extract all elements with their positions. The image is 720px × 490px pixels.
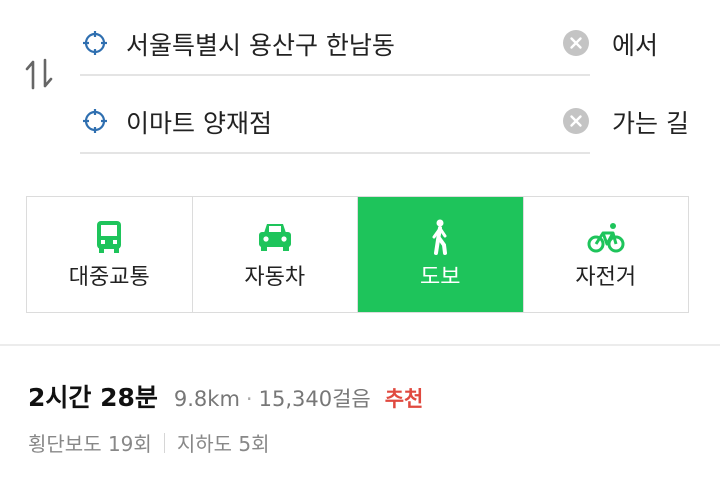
tab-walk-label: 도보: [420, 265, 461, 290]
summary-separator: ·: [245, 387, 253, 411]
car-icon: [258, 224, 291, 251]
bus-icon: [97, 221, 122, 253]
origin-field[interactable]: 서울특별시 용산구 한남동: [80, 14, 590, 76]
underpass-count: 지하도 5회: [176, 432, 270, 456]
destination-input-value[interactable]: 이마트 양재점: [126, 104, 272, 140]
destination-suffix: 가는 길: [612, 109, 689, 138]
clear-origin-icon[interactable]: [563, 30, 589, 56]
tab-bicycle-label: 자전거: [575, 265, 637, 290]
tab-car-label: 자동차: [244, 265, 306, 290]
crosswalk-count: 횡단보도 19회: [28, 432, 152, 456]
tab-walk[interactable]: 도보: [358, 197, 524, 312]
swap-route-button[interactable]: [20, 54, 60, 94]
tab-transit-label: 대중교통: [68, 265, 150, 290]
detail-divider: [163, 432, 165, 453]
location-target-icon: [83, 109, 107, 133]
tab-transit[interactable]: 대중교통: [27, 197, 193, 312]
swap-arrows-icon: [25, 58, 53, 90]
location-target-icon: [83, 31, 107, 55]
tab-car[interactable]: 자동차: [192, 197, 358, 312]
route-details: 횡단보도 19회 지하도 5회: [28, 428, 708, 457]
destination-field[interactable]: 이마트 양재점: [80, 92, 590, 154]
route-duration: 2시간 28분: [28, 383, 158, 412]
origin-suffix: 에서: [612, 31, 659, 60]
origin-input-value[interactable]: 서울특별시 용산구 한남동: [126, 26, 395, 62]
route-summary: 2시간 28분 9.8km · 15,340걸음 추천: [28, 378, 708, 414]
section-divider: [0, 344, 720, 346]
transport-mode-tabs: 대중교통 자동차 도보 자전거: [26, 196, 689, 313]
recommended-badge: 추천: [384, 387, 424, 411]
walk-icon: [432, 219, 448, 255]
tab-bicycle[interactable]: 자전거: [523, 197, 688, 312]
route-inputs: 서울특별시 용산구 한남동 에서 이마트 양재점 가는 길: [0, 0, 720, 170]
route-steps: 15,340걸음: [258, 387, 371, 411]
route-result[interactable]: 2시간 28분 9.8km · 15,340걸음 추천 횡단보도 19회 지하도…: [28, 378, 708, 457]
route-distance: 9.8km: [173, 387, 240, 411]
bicycle-icon: [587, 223, 625, 253]
clear-destination-icon[interactable]: [563, 108, 589, 134]
